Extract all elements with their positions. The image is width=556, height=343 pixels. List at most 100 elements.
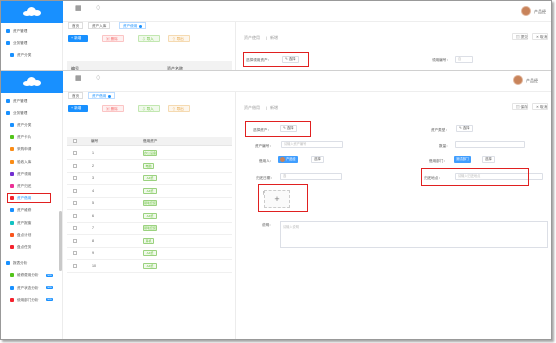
table-row[interactable]: 1 办公设备 xyxy=(67,147,232,160)
back-export-button[interactable]: ⇧ 导出 xyxy=(168,35,190,42)
back-submit-button[interactable]: ▤ 提交 xyxy=(512,33,528,40)
sidebar-item[interactable]: 资产领用 xyxy=(1,168,63,180)
tab-borrow[interactable]: 资产借用 xyxy=(88,92,116,99)
sidebar-item[interactable]: 维修费用分析 new xyxy=(1,269,63,281)
back-import-button[interactable]: ⇩ 导入 xyxy=(138,35,160,42)
sidebar-item[interactable]: 使用部门分析 new xyxy=(1,294,63,306)
back-add-button[interactable]: + 新增 xyxy=(68,35,88,42)
table-row[interactable]: 5 钢笔套装 xyxy=(67,197,232,210)
table-row[interactable]: 10 A4纸 xyxy=(67,260,232,273)
quantity-input[interactable] xyxy=(455,141,525,148)
sidebar-item[interactable]: 资产管理 xyxy=(1,95,63,107)
bell-icon[interactable]: ♢ xyxy=(95,5,101,13)
breadcrumb-a: 资产借用 xyxy=(244,105,260,110)
back-number-input[interactable]: 自 xyxy=(455,56,473,63)
table-row[interactable]: 6 A4纸 xyxy=(67,210,232,223)
borrower-select-button[interactable]: 选择 xyxy=(311,156,324,163)
bell-icon[interactable]: ♢ xyxy=(95,75,101,83)
import-button[interactable]: ⇩ 导入 xyxy=(138,105,160,112)
cancel-button[interactable]: ✕ 取消 xyxy=(532,103,548,110)
highlight-box xyxy=(7,193,51,204)
row-checkbox[interactable] xyxy=(73,188,77,193)
sidebar-item[interactable]: 资产维修 xyxy=(1,204,63,216)
export-button[interactable]: ⇧ 导出 xyxy=(168,105,190,112)
row-checkbox[interactable] xyxy=(73,163,77,168)
asset-type-button[interactable]: ✎ 选择 xyxy=(456,125,473,132)
asset-code-input[interactable]: 请输入资产编号 xyxy=(281,141,343,148)
asset-tag: 钢笔套装 xyxy=(143,225,157,231)
sidebar-item[interactable]: 盘点任务 xyxy=(1,241,63,253)
table-row[interactable]: 9 A4纸 xyxy=(67,247,232,260)
sidebar-item[interactable]: 资产分类 xyxy=(1,119,63,131)
header: ▦ ♢ 产品经 xyxy=(63,71,551,92)
table-row[interactable]: 7 钢笔套装 xyxy=(67,222,232,235)
quantity-label: 数量： xyxy=(439,144,450,148)
sidebar-item[interactable]: 资产卡片 xyxy=(1,131,63,143)
sidebar-item[interactable]: 资产归还 xyxy=(1,180,63,192)
back-tab-stock-in[interactable]: 资产入库 xyxy=(88,22,111,29)
sidebar-item[interactable]: 报表分析 xyxy=(1,257,63,269)
app-frame: 资产管理 业务管理 资产分类 ▦ ♢ 产品经 首页 资产入库 资产使用 + 新增… xyxy=(0,0,552,340)
menu-item-icon xyxy=(10,285,14,290)
row-checkbox[interactable] xyxy=(73,201,77,205)
menu-item-icon xyxy=(10,159,14,164)
back-menu-category[interactable]: 资产分类 xyxy=(1,49,63,61)
logo xyxy=(1,71,63,93)
dept-select-button[interactable]: 选择 xyxy=(482,156,495,163)
avatar[interactable] xyxy=(521,6,531,16)
back-logo xyxy=(1,1,63,23)
menu-item-icon xyxy=(6,99,10,103)
asset-tag: 办公设备 xyxy=(143,150,157,156)
back-tab-home[interactable]: 首页 xyxy=(68,22,84,29)
sidebar-item[interactable]: 资产报废 xyxy=(1,217,63,229)
menu-item-icon xyxy=(10,273,14,278)
row-checkbox[interactable] xyxy=(73,226,77,230)
user-name[interactable]: 产品经 xyxy=(534,9,546,15)
sidebar-item[interactable]: 资产借用 xyxy=(1,192,63,204)
save-button[interactable]: ▤ 保存 xyxy=(512,103,528,110)
avatar[interactable] xyxy=(513,75,523,85)
table-row[interactable]: 8 耳机 xyxy=(67,235,232,248)
menu-item-icon xyxy=(10,208,14,213)
row-checkbox[interactable] xyxy=(73,251,77,255)
row-checkbox[interactable] xyxy=(73,263,77,268)
menu-item-icon xyxy=(10,171,14,176)
grid-icon[interactable]: ▦ xyxy=(75,5,82,13)
remark-label: 说明： xyxy=(262,223,273,227)
table-header: 编号 借用资产 xyxy=(67,137,232,146)
row-checkbox[interactable] xyxy=(73,176,77,180)
delete-button[interactable]: ▣ 删除 xyxy=(102,105,124,112)
table-row[interactable]: 2 电脑 xyxy=(67,160,232,173)
sidebar-item[interactable]: 盘点计划 xyxy=(1,229,63,241)
add-button[interactable]: + 新增 xyxy=(68,105,88,112)
sidebar-item[interactable]: 资产状态分析 new xyxy=(1,282,63,294)
highlight-box xyxy=(245,121,311,137)
tab-home[interactable]: 首页 xyxy=(68,92,84,99)
sidebar-item[interactable]: 验收入库 xyxy=(1,156,63,168)
category-icon xyxy=(10,53,14,57)
remark-textarea[interactable]: 请输入说明 xyxy=(280,221,548,248)
grid-icon[interactable]: ▦ xyxy=(75,75,82,83)
folder-icon xyxy=(6,41,10,45)
borrower-chip: 产品经 xyxy=(278,156,298,163)
back-delete-button[interactable]: ▣ 删除 xyxy=(102,35,124,42)
return-date-input[interactable]: 选 xyxy=(280,173,342,180)
sidebar-item[interactable]: 业务管理 xyxy=(1,107,63,119)
table-row[interactable]: 3 A4纸 xyxy=(67,172,232,185)
user-name[interactable]: 产品经 xyxy=(526,78,538,84)
back-menu-business[interactable]: 业务管理 xyxy=(1,37,63,49)
sidebar-scrollbar[interactable] xyxy=(59,211,62,271)
row-checkbox[interactable] xyxy=(73,238,77,243)
select-all-checkbox[interactable] xyxy=(73,139,77,143)
table-row[interactable]: 4 A4纸 xyxy=(67,185,232,198)
menu-item-icon xyxy=(10,232,14,237)
back-cancel-button[interactable]: ✕ 取消 xyxy=(532,33,548,40)
row-checkbox[interactable] xyxy=(73,151,77,155)
highlight-box xyxy=(243,52,309,67)
back-sidebar: 资产管理 业务管理 资产分类 xyxy=(1,1,63,71)
back-menu-asset-management[interactable]: 资产管理 xyxy=(1,25,63,37)
back-tab-use[interactable]: 资产使用 xyxy=(119,22,147,29)
menu-item-icon xyxy=(10,184,14,188)
sidebar-item[interactable]: 采购申请 xyxy=(1,143,63,155)
row-checkbox[interactable] xyxy=(73,213,77,218)
